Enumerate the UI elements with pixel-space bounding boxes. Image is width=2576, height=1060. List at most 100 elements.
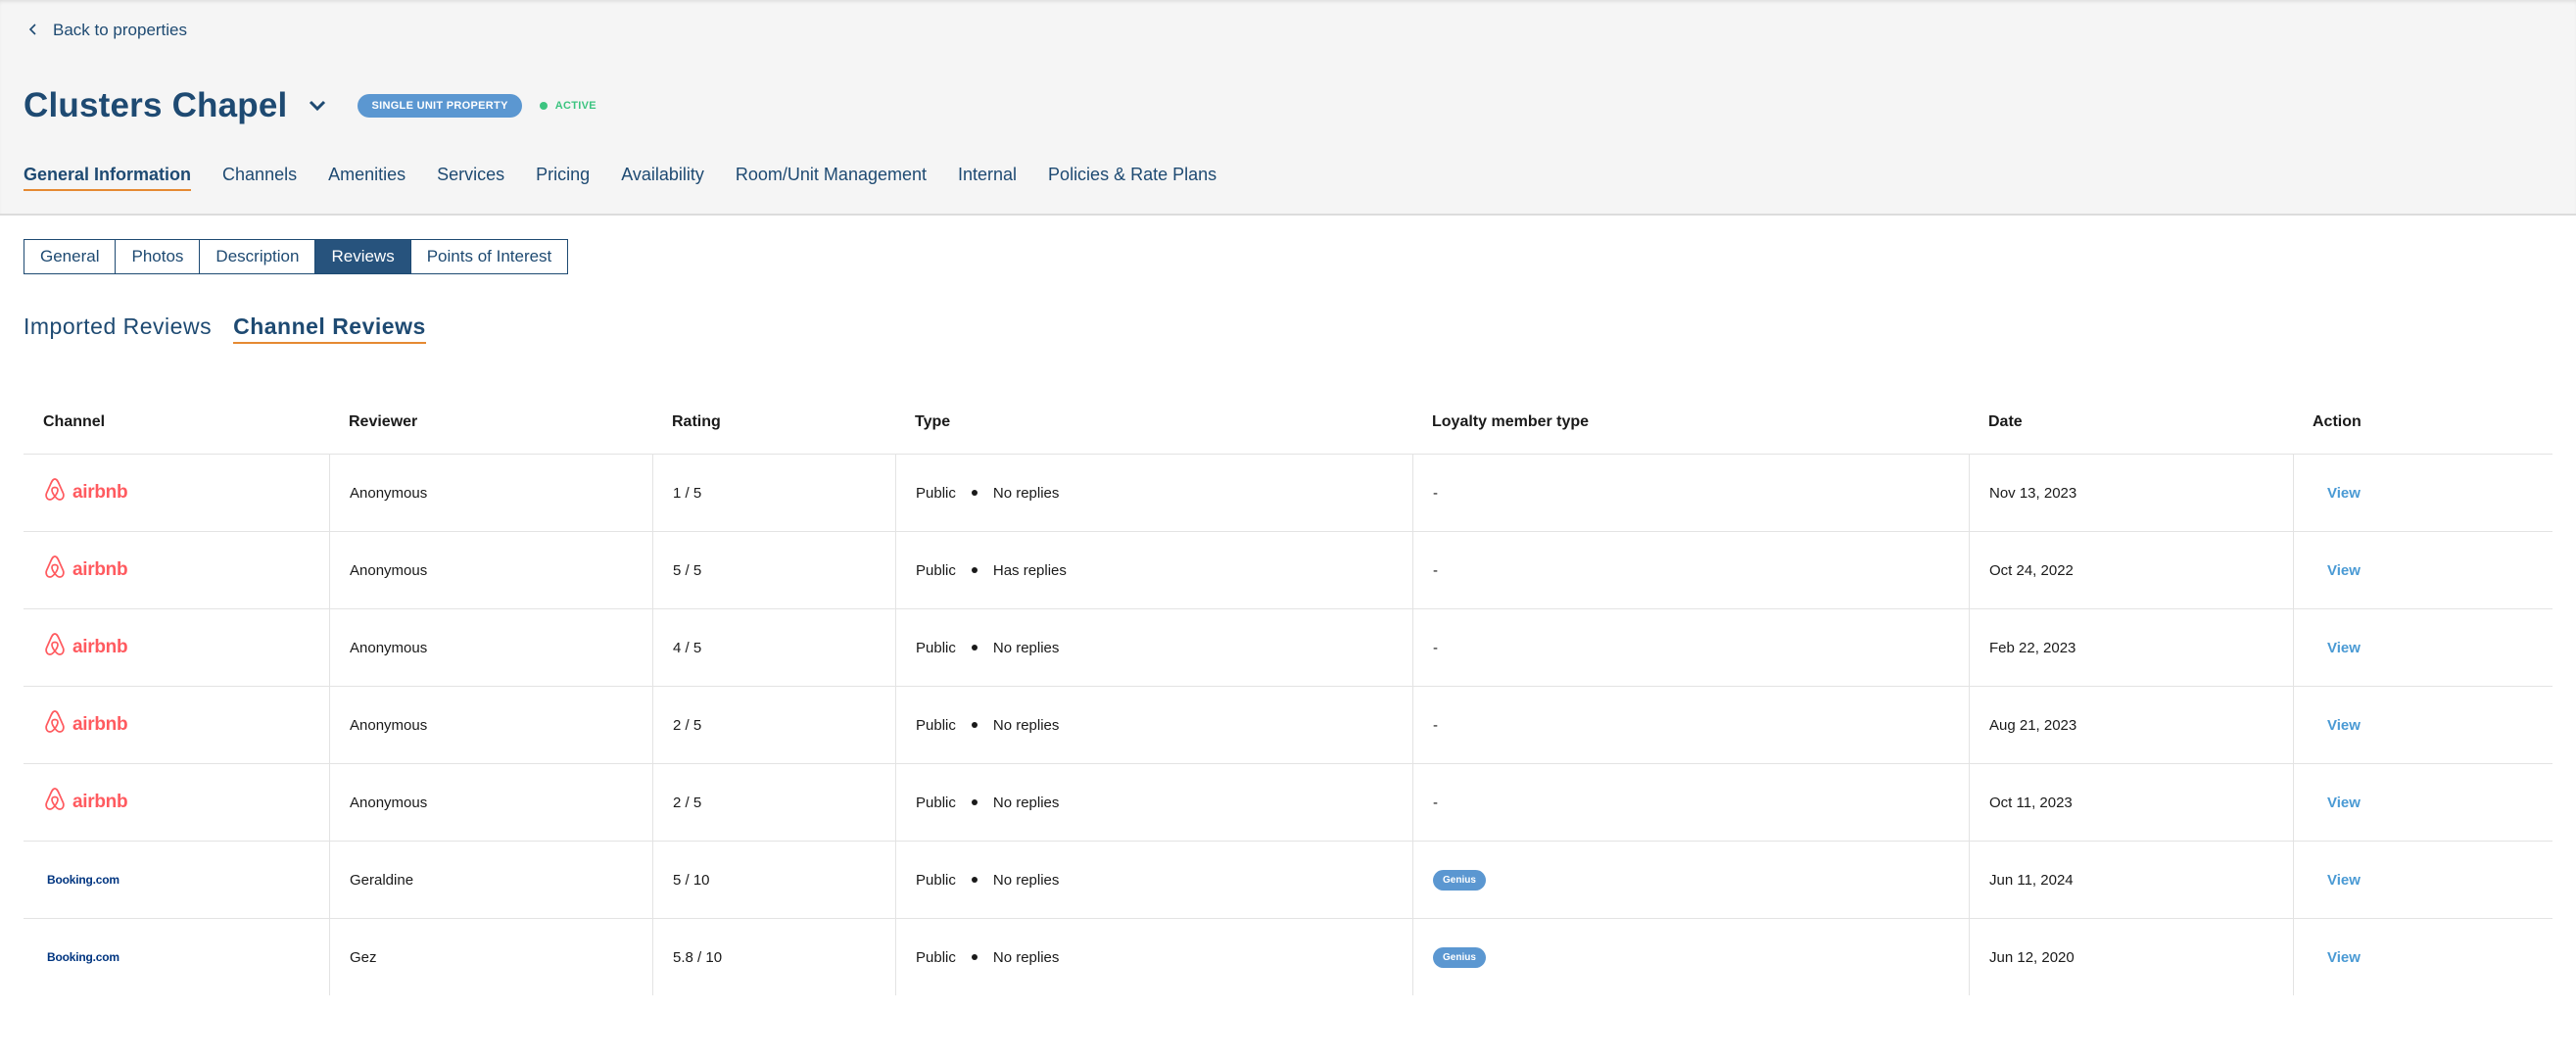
cell-channel: airbnb [24, 687, 329, 763]
cell-reviewer: Geraldine [329, 842, 652, 918]
cell-rating: 2 / 5 [652, 764, 895, 841]
cell-type: Public No replies [895, 687, 1412, 763]
replies-label: No replies [992, 871, 1060, 889]
cell-rating: 1 / 5 [652, 455, 895, 531]
loyalty-value: - [1433, 639, 1438, 656]
cell-loyalty: Genius [1412, 919, 1969, 995]
channel-name: airbnb [72, 482, 128, 503]
table-body: airbnb Anonymous 1 / 5 Public No replies - Nov… [24, 455, 2552, 995]
sub-tabs: General Photos Description Reviews Point… [24, 239, 569, 274]
subtab-points-of-interest[interactable]: Points of Interest [409, 240, 568, 273]
tab-policies-rate-plans[interactable]: Policies & Rate Plans [1048, 165, 1216, 191]
airbnb-logo: airbnb [43, 477, 128, 508]
subtab-description[interactable]: Description [199, 240, 314, 273]
back-to-properties-link[interactable]: Back to properties [27, 21, 187, 40]
view-button[interactable]: View [2314, 872, 2361, 889]
cell-date: Aug 21, 2023 [1969, 687, 2293, 763]
header-action: Action [2313, 413, 2361, 430]
booking-logo: Booking.com [47, 873, 119, 887]
tab-room-unit-management[interactable]: Room/Unit Management [736, 165, 927, 191]
view-button[interactable]: View [2314, 949, 2361, 966]
table-row: airbnb Anonymous 1 / 5 Public No replies - Nov… [24, 455, 2552, 532]
cell-rating: 5 / 10 [652, 842, 895, 918]
cell-loyalty: - [1412, 455, 1969, 531]
cell-action: View [2293, 455, 2552, 531]
tab-availability[interactable]: Availability [621, 165, 704, 191]
tab-general-information[interactable]: General Information [24, 165, 192, 191]
visibility-label: Public [916, 948, 956, 966]
replies-label: No replies [992, 639, 1060, 656]
cell-reviewer: Anonymous [329, 764, 652, 841]
loyalty-value: - [1433, 484, 1438, 502]
cell-rating: 5 / 5 [652, 532, 895, 608]
cell-action: View [2293, 687, 2552, 763]
cell-type: Public No replies [895, 455, 1412, 531]
tab-channel-reviews[interactable]: Channel Reviews [233, 313, 426, 344]
airbnb-logo: airbnb [43, 554, 128, 586]
cell-reviewer: Anonymous [329, 532, 652, 608]
genius-badge: Genius [1433, 946, 1486, 968]
chevron-left-icon [27, 21, 39, 40]
cell-action: View [2293, 842, 2552, 918]
booking-logo: Booking.com [47, 950, 119, 964]
cell-date: Jun 11, 2024 [1969, 842, 2293, 918]
bullet-icon [971, 722, 978, 728]
channel-name: airbnb [72, 714, 128, 735]
genius-badge: Genius [1433, 869, 1486, 891]
table-row: Booking.com Gez 5.8 / 10 Public No replies Ge… [24, 919, 2552, 995]
view-button[interactable]: View [2314, 562, 2361, 579]
bullet-icon [971, 954, 978, 960]
airbnb-logo: airbnb [43, 632, 128, 663]
tab-pricing[interactable]: Pricing [536, 165, 590, 191]
airbnb-logo-icon [43, 709, 67, 741]
main-tabs: General Information Channels Amenities S… [24, 165, 1216, 191]
status-label: ACTIVE [554, 100, 596, 112]
loyalty-value: - [1433, 561, 1438, 579]
header-rating: Rating [672, 413, 721, 430]
table-row: airbnb Anonymous 2 / 5 Public No replies - Aug… [24, 687, 2552, 764]
bullet-icon [971, 645, 978, 650]
table-header: Channel Reviewer Rating Type Loyalty mem… [24, 391, 2552, 455]
subtab-general[interactable]: General [24, 240, 115, 273]
cell-channel: airbnb [24, 764, 329, 841]
loyalty-value: - [1433, 794, 1438, 811]
view-button[interactable]: View [2314, 717, 2361, 734]
replies-label: No replies [992, 484, 1060, 502]
cell-loyalty: - [1412, 764, 1969, 841]
cell-loyalty: Genius [1412, 842, 1969, 918]
tab-imported-reviews[interactable]: Imported Reviews [24, 313, 212, 344]
subtab-reviews[interactable]: Reviews [314, 240, 410, 273]
visibility-label: Public [916, 561, 956, 579]
cell-loyalty: - [1412, 532, 1969, 608]
cell-channel: Booking.com [24, 919, 329, 995]
channel-name: airbnb [72, 559, 128, 580]
back-link-label: Back to properties [53, 21, 188, 39]
tab-services[interactable]: Services [437, 165, 504, 191]
cell-rating: 2 / 5 [652, 687, 895, 763]
replies-label: No replies [992, 948, 1060, 966]
cell-rating: 4 / 5 [652, 609, 895, 686]
property-type-badge: SINGLE UNIT PROPERTY [358, 94, 522, 118]
cell-action: View [2293, 609, 2552, 686]
tab-channels[interactable]: Channels [222, 165, 297, 191]
chevron-down-icon[interactable] [307, 95, 328, 117]
cell-action: View [2293, 764, 2552, 841]
cell-type: Public No replies [895, 609, 1412, 686]
tab-amenities[interactable]: Amenities [328, 165, 405, 191]
view-button[interactable]: View [2314, 485, 2361, 502]
subtab-photos[interactable]: Photos [115, 240, 199, 273]
cell-date: Oct 11, 2023 [1969, 764, 2293, 841]
channel-name: airbnb [72, 637, 128, 657]
view-button[interactable]: View [2314, 640, 2361, 656]
channel-name: airbnb [72, 792, 128, 812]
cell-reviewer: Anonymous [329, 687, 652, 763]
cell-type: Public Has replies [895, 532, 1412, 608]
cell-reviewer: Gez [329, 919, 652, 995]
visibility-label: Public [916, 716, 956, 734]
review-tabs: Imported Reviews Channel Reviews [24, 313, 426, 344]
tab-internal[interactable]: Internal [958, 165, 1017, 191]
table-row: airbnb Anonymous 4 / 5 Public No replies - Feb… [24, 609, 2552, 687]
airbnb-logo: airbnb [43, 709, 128, 741]
view-button[interactable]: View [2314, 795, 2361, 811]
replies-label: Has replies [992, 561, 1067, 579]
